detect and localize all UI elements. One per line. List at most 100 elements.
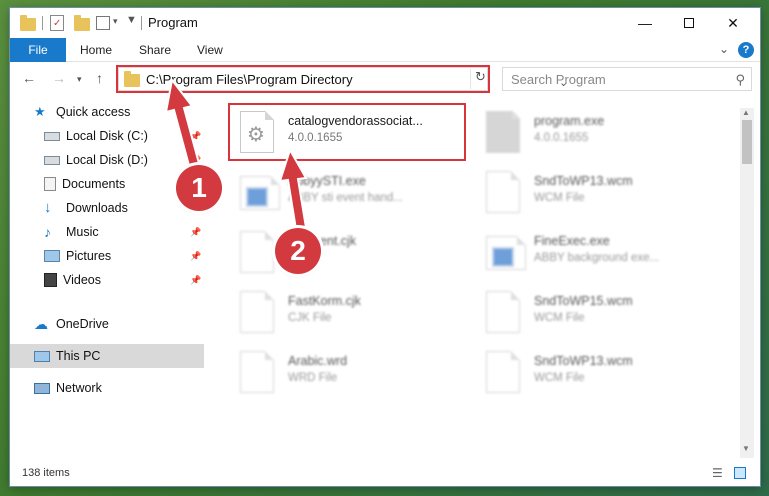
- folder-icon[interactable]: [20, 15, 36, 31]
- details-view-icon[interactable]: ☰: [712, 466, 723, 480]
- star-icon: ★: [34, 104, 46, 119]
- file-sub: WCM File: [534, 192, 585, 204]
- file-sub: 4.0.0.1655: [534, 132, 589, 144]
- drive-icon: [44, 131, 60, 141]
- qa-dropdown-icon[interactable]: ▼: [126, 14, 137, 30]
- search-icon: ⚲: [735, 72, 745, 87]
- file-name: program.exe: [534, 114, 605, 128]
- tab-home[interactable]: Home: [80, 43, 112, 57]
- drive-icon: [44, 155, 60, 165]
- properties-icon[interactable]: ✓: [50, 15, 64, 31]
- expand-ribbon-icon[interactable]: ⌄: [716, 42, 732, 58]
- computer-icon: [34, 350, 50, 362]
- close-icon: ✕: [727, 14, 739, 31]
- file-icon: [240, 291, 274, 333]
- customize-icon[interactable]: [96, 16, 110, 30]
- pin-icon[interactable]: 📌: [190, 227, 201, 238]
- sidebar-item-label: Documents: [62, 177, 126, 191]
- sidebar-item-label: Music: [66, 225, 99, 239]
- status-bar: 138 items ☰: [10, 461, 760, 486]
- pictures-icon: [44, 250, 60, 262]
- file-name: Arabic.wrd: [288, 354, 348, 368]
- file-name: SndToWP13.wcm: [534, 174, 633, 188]
- sidebar-item-label: Downloads: [66, 201, 128, 215]
- file-item[interactable]: SndToWP13.wcm WCM File: [478, 168, 718, 218]
- minimize-icon: —: [638, 15, 652, 31]
- file-item[interactable]: FineExec.exe ABBY background exe...: [478, 228, 718, 278]
- annotation-badge-2: 2: [275, 228, 321, 274]
- maximize-button[interactable]: [666, 8, 712, 38]
- sidebar-item-label: Local Disk (D:): [66, 153, 148, 167]
- ribbon: File Home Share View ⌄ ?: [10, 38, 760, 62]
- sidebar-item-label: Local Disk (C:): [66, 129, 148, 143]
- scrollbar-thumb[interactable]: [742, 120, 752, 164]
- file-item[interactable]: Ecoment.cjk: [232, 228, 472, 278]
- file-sub: WRD File: [288, 372, 338, 384]
- sidebar-item-label: Network: [56, 381, 102, 395]
- new-folder-icon[interactable]: [74, 15, 90, 31]
- music-icon: ♪: [44, 224, 51, 240]
- file-item[interactable]: SndToWP15.wcm WCM File: [478, 288, 718, 338]
- sidebar-item-music[interactable]: ♪ Music 📌: [10, 220, 204, 244]
- installer-icon: [486, 110, 521, 153]
- sidebar-item-label: Videos: [63, 273, 101, 287]
- back-arrow-icon[interactable]: ←: [22, 70, 36, 86]
- title-bar: ✓ ▾ ▼ Program — ✕: [10, 8, 760, 38]
- sidebar-item-label: Quick access: [56, 105, 131, 119]
- file-item[interactable]: program.exe 4.0.0.1655: [478, 108, 718, 158]
- vertical-scrollbar[interactable]: ▲ ▼: [740, 108, 754, 458]
- app-icon: [486, 236, 526, 270]
- file-icon: [486, 171, 520, 213]
- videos-icon: [44, 273, 57, 287]
- tab-view[interactable]: View: [197, 43, 223, 57]
- navigation-bar: ← → ▾ ↑ C:\Program Files\Program Directo…: [10, 62, 760, 96]
- file-icon: [240, 351, 274, 393]
- pin-icon[interactable]: 📌: [190, 275, 201, 286]
- large-icons-view-icon[interactable]: [734, 467, 746, 479]
- chevron-down-icon[interactable]: ▾: [113, 16, 118, 32]
- forward-arrow-icon[interactable]: →: [52, 70, 66, 86]
- help-icon[interactable]: ?: [738, 42, 754, 58]
- file-name: SndToWP15.wcm: [534, 294, 633, 308]
- search-input[interactable]: Search Program ⚲: [502, 67, 752, 91]
- file-item[interactable]: AbbyySTI.exe ABBY sti event hand...: [232, 168, 472, 218]
- file-item[interactable]: FastKorm.cjk CJK File: [232, 288, 472, 338]
- tab-file[interactable]: File: [10, 38, 66, 62]
- up-arrow-icon[interactable]: ↑: [96, 70, 103, 86]
- close-button[interactable]: ✕: [710, 8, 756, 38]
- file-item[interactable]: Arabic.wrd WRD File: [232, 348, 472, 398]
- sidebar-item-network[interactable]: Network: [10, 376, 204, 400]
- minimize-button[interactable]: —: [622, 8, 668, 38]
- sidebar-item-videos[interactable]: Videos 📌: [10, 268, 204, 292]
- pin-icon[interactable]: 📌: [190, 251, 201, 262]
- recent-locations-icon[interactable]: ▾: [77, 74, 82, 85]
- sidebar-item-onedrive[interactable]: ☁ OneDrive: [10, 312, 204, 336]
- file-sub: CJK File: [288, 312, 332, 324]
- file-sub: ABBY background exe...: [534, 252, 660, 264]
- annotation-badge-1: 1: [176, 165, 222, 211]
- file-icon: [486, 291, 520, 333]
- file-explorer-window: ✓ ▾ ▼ Program — ✕ File Home Share View ⌄…: [10, 8, 760, 486]
- file-sub: WCM File: [534, 372, 585, 384]
- sidebar-item-downloads[interactable]: ↓ Downloads 📌: [10, 196, 204, 220]
- documents-icon: [44, 177, 56, 191]
- toolbar-separator: [141, 16, 142, 30]
- maximize-icon: [684, 18, 694, 28]
- search-placeholder: Search Program: [511, 72, 606, 87]
- file-name: FineExec.exe: [534, 234, 610, 248]
- file-icon: [240, 231, 274, 273]
- sidebar-item-this-pc[interactable]: This PC: [10, 344, 204, 368]
- file-name: SndToWP13.wcm: [534, 354, 633, 368]
- app-window-icon: [246, 187, 268, 207]
- file-highlight-box: [228, 103, 466, 161]
- tab-share[interactable]: Share: [139, 43, 171, 57]
- item-count: 138 items: [22, 467, 70, 479]
- window-title: Program: [148, 15, 198, 30]
- sidebar-item-label: Pictures: [66, 249, 112, 263]
- file-item[interactable]: SndToWP13.wcm WCM File: [478, 348, 718, 398]
- scroll-up-icon[interactable]: ▲: [742, 108, 750, 117]
- toolbar-separator: [42, 16, 43, 30]
- scroll-down-icon[interactable]: ▼: [742, 444, 750, 453]
- app-window-icon: [492, 247, 514, 267]
- sidebar-item-pictures[interactable]: Pictures 📌: [10, 244, 204, 268]
